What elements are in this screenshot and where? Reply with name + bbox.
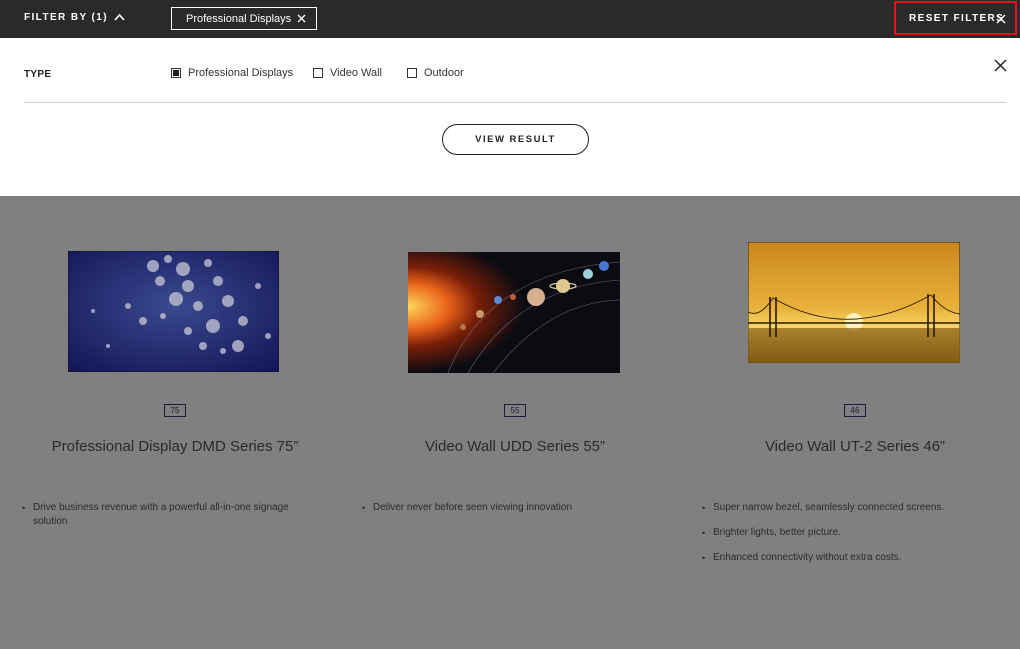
option-label: Professional Displays xyxy=(188,67,294,79)
size-badge[interactable]: 55 xyxy=(504,404,526,417)
filter-bar: FILTER BY (1) Professional Displays RESE… xyxy=(0,0,1020,38)
feature-item: Super narrow bezel, seamlessly connected… xyxy=(702,501,1002,515)
product-card: 46 Video Wall UT-2 Series 46” Super narr… xyxy=(685,196,1020,649)
active-filter-label: Professional Displays xyxy=(186,12,292,25)
option-label: Video Wall xyxy=(330,67,382,79)
type-option-video-wall[interactable]: Video Wall xyxy=(313,67,382,79)
feature-item: Drive business revenue with a powerful a… xyxy=(22,501,312,529)
size-badge[interactable]: 75 xyxy=(164,404,186,417)
type-option-outdoor[interactable]: Outdoor xyxy=(407,67,464,79)
feature-list: Deliver never before seen viewing innova… xyxy=(362,501,652,526)
remove-filter-icon[interactable] xyxy=(297,14,306,23)
reset-filters-button[interactable]: RESET FILTERS xyxy=(894,1,1017,35)
reset-filters-label: RESET FILTERS xyxy=(909,12,1005,24)
view-result-button[interactable]: VIEW RESULT xyxy=(442,124,589,155)
product-card: 55 Video Wall UDD Series 55” Deliver nev… xyxy=(345,196,685,649)
product-title[interactable]: Professional Display DMD Series 75” xyxy=(5,438,345,455)
filter-toggle-label: FILTER BY (1) xyxy=(24,12,108,23)
feature-item: Brighter lights, better picture. xyxy=(702,526,1002,540)
active-filter-chip[interactable]: Professional Displays xyxy=(171,7,317,30)
solar-system-image[interactable] xyxy=(408,252,620,373)
feature-item: Enhanced connectivity without extra cost… xyxy=(702,551,1002,565)
feature-list: Super narrow bezel, seamlessly connected… xyxy=(702,501,1002,576)
product-title[interactable]: Video Wall UT-2 Series 46” xyxy=(685,438,1020,455)
checkbox[interactable] xyxy=(313,68,323,78)
feature-list: Drive business revenue with a powerful a… xyxy=(22,501,312,540)
checkbox-checked[interactable] xyxy=(171,68,181,78)
type-label: TYPE xyxy=(24,69,52,80)
chevron-up-icon xyxy=(114,13,125,21)
filter-toggle-button[interactable]: FILTER BY (1) xyxy=(24,12,125,23)
checkbox[interactable] xyxy=(407,68,417,78)
type-option-professional-displays[interactable]: Professional Displays xyxy=(171,67,293,79)
close-panel-icon[interactable] xyxy=(994,59,1007,72)
bridge-sunset-image[interactable] xyxy=(748,242,960,363)
option-label: Outdoor xyxy=(424,67,464,79)
bokeh-lights-image[interactable] xyxy=(68,251,279,372)
feature-item: Deliver never before seen viewing innova… xyxy=(362,501,652,515)
close-icon xyxy=(996,14,1006,24)
size-badge[interactable]: 46 xyxy=(844,404,866,417)
divider xyxy=(24,102,1006,103)
product-card: 75 Professional Display DMD Series 75” D… xyxy=(5,196,345,649)
filter-panel: TYPE Professional Displays Video Wall Ou… xyxy=(0,38,1020,196)
product-title[interactable]: Video Wall UDD Series 55” xyxy=(345,438,685,455)
